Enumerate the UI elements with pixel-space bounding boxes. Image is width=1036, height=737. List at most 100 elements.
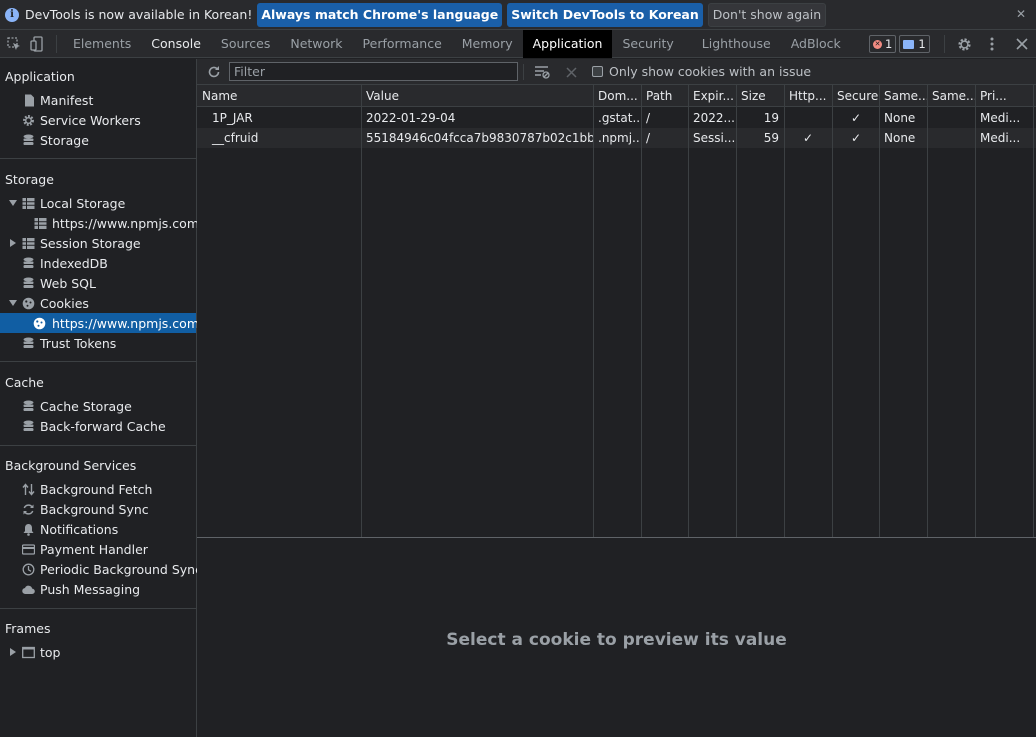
message-count-badge[interactable]: 1 (899, 35, 930, 53)
dont-show-again-button[interactable]: Don't show again (707, 2, 827, 27)
only-issues-checkbox[interactable] (592, 66, 603, 77)
sidebar-item-label: IndexedDB (40, 255, 108, 271)
sidebar-item-label: top (40, 644, 61, 660)
sidebar-item-service-workers[interactable]: Service Workers (0, 110, 196, 130)
sidebar-item-label: Session Storage (40, 235, 141, 251)
message-icon (903, 39, 915, 49)
device-toolbar-icon[interactable] (28, 35, 46, 53)
devtools-tabbar: Elements Console Sources Network Perform… (0, 29, 1036, 58)
cell-priority: Medi... (980, 131, 1021, 145)
column-header-expires[interactable]: Expir... (688, 85, 736, 107)
cell-path: / (646, 131, 651, 145)
application-sidebar: Application Manifest Service Workers Sto… (0, 59, 202, 737)
tab-network[interactable]: Network (280, 30, 352, 58)
sidebar-item-local-storage-npmjs[interactable]: https://www.npmjs.com (0, 213, 199, 233)
sidebar-item-trust-tokens[interactable]: Trust Tokens (0, 333, 196, 353)
match-language-button[interactable]: Always match Chrome's language (257, 2, 503, 27)
delete-selected-icon[interactable] (562, 63, 580, 81)
cell-path: / (646, 111, 651, 125)
cell-secure: ✓ (850, 111, 862, 125)
error-count-badge[interactable]: ✕ 1 (869, 35, 897, 53)
sidebar-item-periodic-background-sync[interactable]: Periodic Background Sync (0, 559, 202, 579)
sidebar-item-notifications[interactable]: Notifications (0, 519, 196, 539)
sidebar-item-label: Push Messaging (40, 581, 141, 597)
tab-sources[interactable]: Sources (211, 30, 280, 58)
settings-gear-icon[interactable] (955, 35, 973, 53)
sidebar-item-manifest[interactable]: Manifest (0, 90, 196, 110)
close-icon[interactable]: ✕ (1016, 7, 1026, 21)
sidebar-item-payment-handler[interactable]: Payment Handler (0, 539, 196, 559)
filter-input[interactable] (229, 62, 518, 81)
expand-arrow-icon[interactable] (9, 200, 17, 206)
column-header-path[interactable]: Path (641, 85, 688, 107)
grid-icon (22, 237, 35, 249)
cell-name: __cfruid (212, 131, 259, 145)
column-header-name[interactable]: Name (197, 85, 362, 107)
table-row[interactable]: __cfruid 55184946c04fcca7b9830787b02c1bb… (197, 128, 1036, 148)
cell-httponly: ✓ (802, 131, 814, 145)
bell-icon (23, 523, 34, 536)
sidebar-item-label: Back-forward Cache (40, 418, 166, 434)
tab-adblock[interactable]: AdBlock (781, 30, 851, 58)
cookies-toolbar: Only show cookies with an issue (197, 59, 1036, 85)
tab-performance[interactable]: Performance (353, 30, 452, 58)
column-header-domain[interactable]: Dom... (593, 85, 641, 107)
sidebar-item-local-storage[interactable]: Local Storage (0, 193, 196, 213)
clear-filtered-icon[interactable] (533, 63, 551, 81)
message-count: 1 (918, 37, 926, 51)
cell-samesite: None (884, 131, 916, 145)
database-icon (23, 277, 34, 288)
switch-korean-button[interactable]: Switch DevTools to Korean (507, 2, 703, 27)
inspect-element-icon[interactable] (5, 35, 23, 53)
close-devtools-icon[interactable] (1013, 35, 1031, 53)
tab-security[interactable]: Security (612, 30, 683, 58)
sidebar-item-label: Web SQL (40, 275, 96, 291)
tab-console[interactable]: Console (141, 30, 211, 58)
sidebar-item-cache-storage[interactable]: Cache Storage (0, 396, 196, 416)
column-header-size[interactable]: Size (736, 85, 784, 107)
sidebar-item-label: Cookies (40, 295, 89, 311)
sidebar-item-session-storage[interactable]: Session Storage (0, 233, 196, 253)
section-background-services-title: Background Services (5, 458, 137, 473)
column-header-sameparty[interactable]: Same... (927, 85, 975, 107)
tab-lighthouse[interactable]: Lighthouse (684, 30, 781, 58)
tab-application[interactable]: Application (522, 29, 613, 58)
sidebar-item-back-forward-cache[interactable]: Back-forward Cache (0, 416, 196, 436)
database-icon (23, 337, 34, 348)
sidebar-item-label: Background Fetch (40, 481, 153, 497)
cell-secure: ✓ (850, 131, 862, 145)
collapse-arrow-icon[interactable] (10, 239, 16, 247)
only-issues-label: Only show cookies with an issue (609, 64, 812, 79)
sidebar-item-background-fetch[interactable]: Background Fetch (0, 479, 196, 499)
sidebar-item-label: Payment Handler (40, 541, 148, 557)
more-options-icon[interactable] (983, 35, 1001, 53)
infobar-message: DevTools is now available in Korean! (25, 7, 253, 22)
tab-elements[interactable]: Elements (63, 30, 141, 58)
sidebar-item-cookies-npmjs[interactable]: https://www.npmjs.com (0, 313, 199, 333)
cell-value: 55184946c04fcca7b9830787b02c1bb93... (366, 131, 593, 145)
cell-priority: Medi... (980, 111, 1021, 125)
column-header-priority[interactable]: Pri... (975, 85, 1033, 107)
sidebar-item-websql[interactable]: Web SQL (0, 273, 196, 293)
sidebar-item-indexeddb[interactable]: IndexedDB (0, 253, 196, 273)
refresh-icon[interactable] (205, 63, 223, 81)
sidebar-item-frame-top[interactable]: top (0, 642, 196, 662)
cookie-icon (33, 317, 46, 329)
sidebar-item-label: Manifest (40, 92, 94, 108)
sidebar-item-storage[interactable]: Storage (0, 130, 196, 150)
sidebar-item-push-messaging[interactable]: Push Messaging (0, 579, 196, 599)
tab-memory[interactable]: Memory (452, 30, 523, 58)
cell-samesite: None (884, 111, 916, 125)
column-header-samesite[interactable]: Same... (879, 85, 927, 107)
table-row[interactable]: 1P_JAR 2022-01-29-04 .gstat... / 2022...… (197, 108, 1036, 128)
sidebar-item-background-sync[interactable]: Background Sync (0, 499, 196, 519)
expand-arrow-icon[interactable] (9, 300, 17, 306)
collapse-arrow-icon[interactable] (10, 648, 16, 656)
sync-icon (23, 503, 34, 515)
sidebar-item-cookies[interactable]: Cookies (0, 293, 196, 313)
column-header-httponly[interactable]: Http... (784, 85, 832, 107)
column-header-secure[interactable]: Secure (832, 85, 880, 107)
column-header-value[interactable]: Value (361, 85, 593, 107)
database-icon (23, 257, 34, 268)
cell-size: 19 (763, 111, 779, 125)
